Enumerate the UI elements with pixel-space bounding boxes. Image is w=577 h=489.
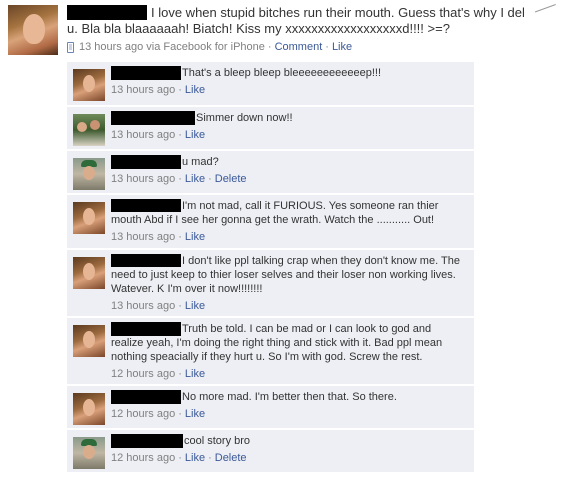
post-meta: 13 hours ago via Facebook for iPhone · C… xyxy=(67,40,532,54)
commenter-avatar[interactable] xyxy=(73,393,105,425)
like-link[interactable]: Like xyxy=(185,173,205,185)
like-link[interactable]: Like xyxy=(185,408,205,420)
comment-item: Simmer down now!! 13 hours ago · Like xyxy=(67,107,474,149)
separator-dot: · xyxy=(267,41,272,53)
separator-dot: · xyxy=(178,408,182,420)
comment-content: Truth be told. I can be mad or I can loo… xyxy=(111,322,466,381)
comment-meta: 13 hours ago · Like xyxy=(111,230,466,244)
comment-meta: 12 hours ago · Like xyxy=(111,407,466,421)
comment-time: 13 hours ago xyxy=(111,300,176,312)
post-time: 13 hours ago via Facebook for iPhone xyxy=(79,41,265,53)
separator-dot: · xyxy=(178,300,182,312)
comment-text: cool story bro xyxy=(184,435,251,447)
comment-meta: 13 hours ago · Like xyxy=(111,299,466,313)
commenter-avatar[interactable] xyxy=(73,69,105,101)
comment-item: I'm not mad, call it FURIOUS. Yes someon… xyxy=(67,195,474,248)
like-link[interactable]: Like xyxy=(185,452,205,464)
comment-item: cool story bro 12 hours ago · Like · Delete xyxy=(67,430,474,472)
like-link[interactable]: Like xyxy=(185,368,205,380)
commenter-avatar[interactable] xyxy=(73,257,105,289)
comment-time: 13 hours ago xyxy=(111,84,176,96)
redacted-name xyxy=(111,322,181,336)
separator-dot: · xyxy=(208,173,212,185)
separator-dot: · xyxy=(208,452,212,464)
comment-time: 13 hours ago xyxy=(111,173,176,185)
comment-text: u mad? xyxy=(182,156,219,168)
comment-link[interactable]: Comment xyxy=(275,40,323,54)
like-link[interactable]: Like xyxy=(332,40,352,54)
commenter-avatar[interactable] xyxy=(73,325,105,357)
comment-item: I don't like ppl talking crap when they … xyxy=(67,250,474,316)
redacted-name xyxy=(111,390,181,404)
delete-link[interactable]: Delete xyxy=(215,173,247,185)
comment-item: No more mad. I'm better then that. So th… xyxy=(67,386,474,428)
comment-text: Simmer down now!! xyxy=(196,112,293,124)
separator-dot: · xyxy=(325,41,329,53)
comment-text: No more mad. I'm better then that. So th… xyxy=(182,391,397,403)
comment-content: I don't like ppl talking crap when they … xyxy=(111,254,466,313)
status-post: I love when stupid bitches run their mou… xyxy=(67,5,532,54)
redacted-name xyxy=(111,111,195,125)
like-link[interactable]: Like xyxy=(185,84,205,96)
comment-meta: 13 hours ago · Like · Delete xyxy=(111,172,466,186)
comment-content: No more mad. I'm better then that. So th… xyxy=(111,390,466,421)
comment-item: Truth be told. I can be mad or I can loo… xyxy=(67,318,474,384)
comment-time: 12 hours ago xyxy=(111,452,176,464)
separator-dot: · xyxy=(178,173,182,185)
comment-item: That's a bleep bleep bleeeeeeeeeeeep!!! … xyxy=(67,62,474,105)
comment-content: Simmer down now!! 13 hours ago · Like xyxy=(111,111,466,142)
separator-dot: · xyxy=(178,452,182,464)
redacted-name xyxy=(111,254,181,267)
redacted-name xyxy=(67,5,147,20)
redacted-name xyxy=(111,155,181,169)
comment-meta: 12 hours ago · Like xyxy=(111,367,466,381)
separator-dot: · xyxy=(178,231,182,243)
comment-meta: 12 hours ago · Like · Delete xyxy=(111,451,466,465)
comment-content: I'm not mad, call it FURIOUS. Yes someon… xyxy=(111,199,466,244)
commenter-avatar[interactable] xyxy=(73,114,105,146)
comment-time: 12 hours ago xyxy=(111,408,176,420)
comment-time: 13 hours ago xyxy=(111,231,176,243)
comment-content: u mad? 13 hours ago · Like · Delete xyxy=(111,155,466,186)
corner-decoration xyxy=(532,0,556,13)
comment-time: 13 hours ago xyxy=(111,129,176,141)
comment-time: 12 hours ago xyxy=(111,368,176,380)
redacted-name xyxy=(111,199,181,212)
mobile-phone-icon xyxy=(67,41,74,53)
comment-meta: 13 hours ago · Like xyxy=(111,83,466,97)
comment-item: u mad? 13 hours ago · Like · Delete xyxy=(67,151,474,193)
comment-meta: 13 hours ago · Like xyxy=(111,128,466,142)
like-link[interactable]: Like xyxy=(185,129,205,141)
comment-text: That's a bleep bleep bleeeeeeeeeeeep!!! xyxy=(182,67,382,79)
redacted-name xyxy=(111,66,181,80)
separator-dot: · xyxy=(178,84,182,96)
commenter-avatar[interactable] xyxy=(73,437,105,469)
post-text: I love when stupid bitches run their mou… xyxy=(67,5,532,37)
separator-dot: · xyxy=(178,368,182,380)
commenter-avatar[interactable] xyxy=(73,202,105,234)
commenter-avatar[interactable] xyxy=(73,158,105,190)
like-link[interactable]: Like xyxy=(185,300,205,312)
poster-face xyxy=(23,14,45,44)
delete-link[interactable]: Delete xyxy=(215,452,247,464)
like-link[interactable]: Like xyxy=(185,231,205,243)
redacted-name xyxy=(111,434,183,448)
separator-dot: · xyxy=(178,129,182,141)
poster-avatar[interactable] xyxy=(8,5,58,55)
comment-content: That's a bleep bleep bleeeeeeeeeeeep!!! … xyxy=(111,66,466,97)
comment-content: cool story bro 12 hours ago · Like · Delete xyxy=(111,434,466,465)
